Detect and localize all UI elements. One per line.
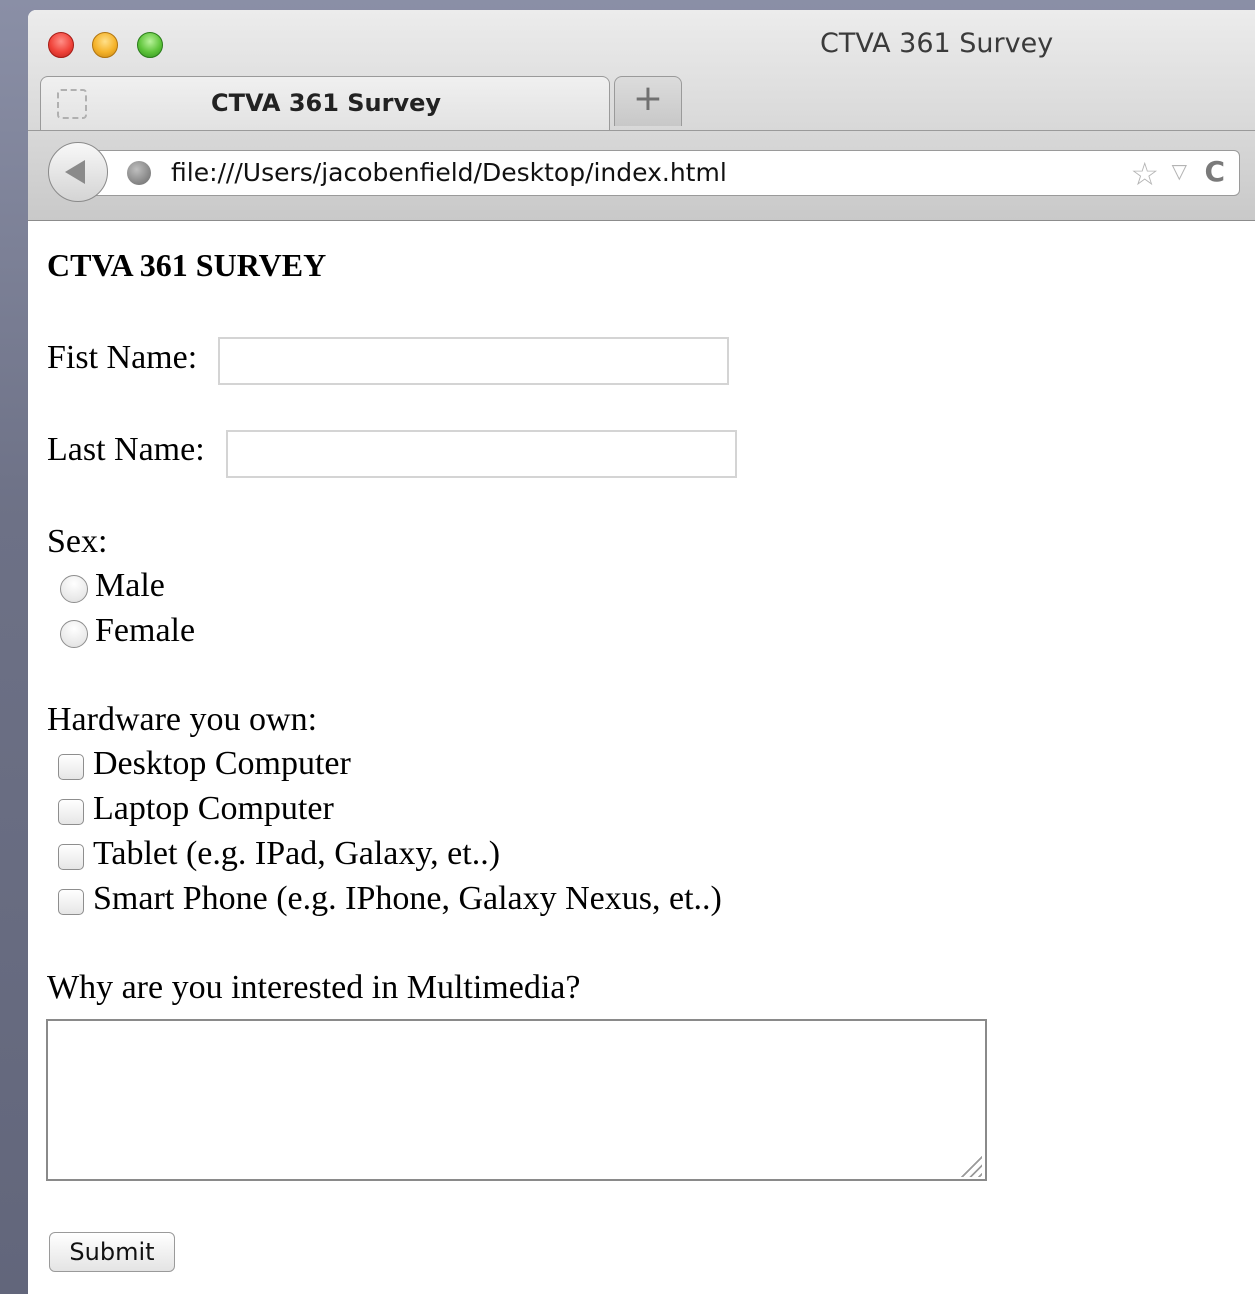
interest-label: Why are you interested in Multimedia? [47, 969, 581, 1006]
browser-chrome: CTVA 361 Survey CTVA 361 Survey + file:/… [28, 10, 1255, 221]
checkbox-smart-phone[interactable] [58, 889, 84, 915]
checkbox-laptop-computer-label[interactable]: Laptop Computer [93, 790, 334, 828]
hardware-label: Hardware you own: [47, 701, 318, 738]
checkbox-tablet-label[interactable]: Tablet (e.g. IPad, Galaxy, et..) [93, 835, 500, 873]
last-name-field[interactable] [226, 430, 737, 478]
browser-window: CTVA 361 Survey CTVA 361 Survey + file:/… [28, 10, 1255, 1294]
new-tab-button[interactable]: + [614, 76, 682, 126]
radio-female[interactable] [60, 620, 88, 648]
checkbox-tablet[interactable] [58, 844, 84, 870]
first-name-field[interactable] [218, 337, 729, 385]
window-title: CTVA 361 Survey [820, 28, 1054, 59]
chevron-down-icon[interactable]: ▽ [1172, 159, 1187, 183]
address-bar[interactable]: file:///Users/jacobenfield/Desktop/index… [90, 150, 1240, 196]
globe-icon [127, 161, 151, 185]
checkbox-smart-phone-label[interactable]: Smart Phone (e.g. IPhone, Galaxy Nexus, … [93, 880, 722, 918]
close-window-button[interactable] [48, 32, 74, 58]
radio-male[interactable] [60, 575, 88, 603]
back-button[interactable] [48, 142, 108, 202]
minimize-window-button[interactable] [92, 32, 118, 58]
page-content: CTVA 361 SURVEY Fist Name: Last Name: Se… [28, 221, 1255, 1294]
checkbox-desktop-computer[interactable] [58, 754, 84, 780]
tab-label: CTVA 361 Survey [210, 89, 442, 117]
reload-icon[interactable]: C [1204, 155, 1225, 188]
last-name-label: Last Name: [47, 431, 205, 468]
interest-textarea[interactable] [46, 1019, 987, 1181]
tab-ctva-361-survey[interactable]: CTVA 361 Survey [40, 76, 610, 130]
page-title: CTVA 361 SURVEY [47, 247, 327, 283]
plus-icon: + [632, 78, 664, 119]
sex-label: Sex: [47, 523, 108, 560]
back-arrow-icon [65, 160, 85, 184]
tab-strip: CTVA 361 Survey + [28, 74, 1255, 131]
radio-female-label[interactable]: Female [95, 612, 195, 650]
first-name-label: Fist Name: [47, 339, 198, 376]
radio-male-label[interactable]: Male [95, 567, 165, 605]
zoom-window-button[interactable] [137, 32, 163, 58]
checkbox-laptop-computer[interactable] [58, 799, 84, 825]
checkbox-desktop-computer-label[interactable]: Desktop Computer [93, 745, 351, 783]
toolbar: file:///Users/jacobenfield/Desktop/index… [28, 131, 1255, 220]
submit-button[interactable]: Submit [49, 1232, 175, 1272]
star-icon[interactable]: ☆ [1130, 155, 1159, 193]
url-text[interactable]: file:///Users/jacobenfield/Desktop/index… [171, 158, 727, 187]
